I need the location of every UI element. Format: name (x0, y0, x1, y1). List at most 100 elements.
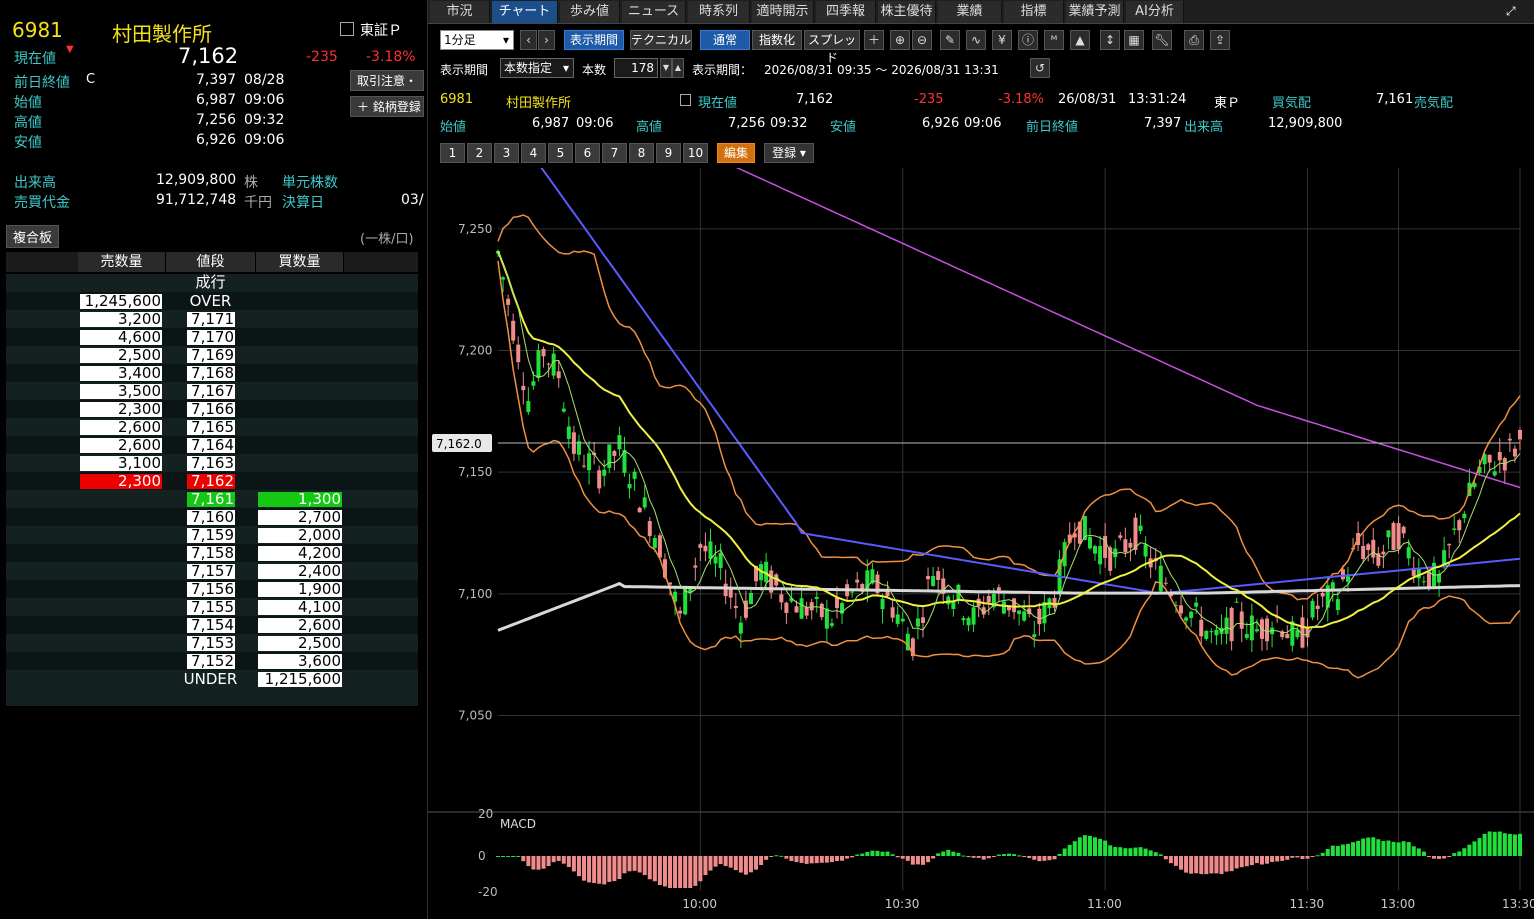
sell-qty[interactable]: 2,500 (80, 348, 162, 363)
price-level[interactable]: UNDER (176, 672, 246, 687)
pen-icon[interactable]: ✎ (940, 30, 960, 50)
preset-tab-8[interactable]: 8 (629, 143, 654, 163)
order-book-row[interactable]: 7,161 1,300 (6, 490, 418, 508)
spread-button[interactable]: スプレッド (804, 30, 860, 65)
price-level[interactable]: 7,168 (187, 366, 235, 381)
sell-qty[interactable]: 3,200 (80, 312, 162, 327)
export-icon[interactable]: ⇪ (1210, 30, 1230, 50)
price-level[interactable]: 7,165 (187, 420, 235, 435)
crosshair-icon[interactable]: ＋ (864, 30, 884, 50)
buy-qty[interactable]: 4,100 (258, 600, 342, 615)
sell-qty[interactable]: 2,300 (80, 474, 162, 489)
period-button[interactable]: 表示期間 (564, 30, 624, 50)
price-chart[interactable]: 7,050 7,100 7,150 7,200 7,250 10:00 10:30 11:00… (428, 168, 1534, 919)
tab-9[interactable]: 指標 (1004, 1, 1064, 23)
price-level[interactable]: 7,152 (187, 654, 235, 669)
preset-tab-6[interactable]: 6 (575, 143, 600, 163)
sell-qty[interactable]: 3,500 (80, 384, 162, 399)
buy-qty[interactable] (258, 420, 342, 435)
count-input[interactable]: 178 (614, 58, 658, 78)
buy-qty[interactable] (258, 456, 342, 471)
buy-qty[interactable] (258, 402, 342, 417)
order-book-row[interactable]: 4,600 7,170 (6, 328, 418, 346)
sell-qty[interactable]: 3,400 (80, 366, 162, 381)
sell-qty[interactable] (80, 564, 162, 579)
buy-qty[interactable]: 2,500 (258, 636, 342, 651)
price-level[interactable]: 7,166 (187, 402, 235, 417)
price-level[interactable]: 7,155 (187, 600, 235, 615)
info-icon[interactable]: ⓘ (1018, 30, 1038, 50)
order-book-row[interactable]: UNDER 1,215,600 (6, 670, 418, 688)
price-level[interactable]: 7,171 (187, 312, 235, 327)
buy-qty[interactable]: 1,900 (258, 582, 342, 597)
price-level[interactable]: 7,170 (187, 330, 235, 345)
buy-qty[interactable] (258, 474, 342, 489)
buy-qty[interactable]: 2,000 (258, 528, 342, 543)
tab-7[interactable]: 株主優待 (878, 1, 936, 23)
buy-qty[interactable] (258, 330, 342, 345)
zoom-out-icon[interactable]: ⊖ (912, 30, 932, 50)
sell-qty[interactable]: 2,600 (80, 420, 162, 435)
buy-qty[interactable]: 1,300 (258, 492, 342, 507)
wave-icon[interactable]: ∿ (966, 30, 986, 50)
buy-qty[interactable]: 1,215,600 (258, 672, 342, 687)
document-icon[interactable] (340, 22, 354, 36)
tab-10[interactable]: 業績予測 (1066, 1, 1124, 23)
buy-qty[interactable] (258, 366, 342, 381)
buy-qty[interactable]: 3,600 (258, 654, 342, 669)
price-level[interactable]: 7,167 (187, 384, 235, 399)
sell-qty[interactable] (80, 546, 162, 561)
buy-qty[interactable] (258, 312, 342, 327)
register-dropdown[interactable]: 登録 ▾ (764, 143, 814, 163)
buy-qty[interactable] (258, 384, 342, 399)
order-book-row[interactable]: 3,100 7,163 (6, 454, 418, 472)
sell-qty[interactable]: 4,600 (80, 330, 162, 345)
order-book-row[interactable]: 2,600 7,165 (6, 418, 418, 436)
preset-tab-2[interactable]: 2 (467, 143, 492, 163)
price-level[interactable]: OVER (176, 294, 246, 309)
count-down-icon[interactable]: ▼ (660, 58, 672, 78)
order-book-row[interactable]: 2,600 7,164 (6, 436, 418, 454)
tab-2[interactable]: 歩み値 (560, 1, 620, 23)
prev-arrow-icon[interactable]: ‹ (520, 30, 537, 50)
order-book-row[interactable]: 7,155 4,100 (6, 598, 418, 616)
preset-tab-10[interactable]: 10 (683, 143, 708, 163)
price-level[interactable]: 7,158 (187, 546, 235, 561)
order-book-row[interactable]: 7,157 2,400 (6, 562, 418, 580)
zoom-in-icon[interactable]: ⊕ (890, 30, 910, 50)
next-arrow-icon[interactable]: › (538, 30, 555, 50)
price-level[interactable]: 7,156 (187, 582, 235, 597)
preset-tab-5[interactable]: 5 (548, 143, 573, 163)
reset-icon[interactable]: ↺ (1030, 58, 1050, 78)
order-book-row[interactable]: 3,400 7,168 (6, 364, 418, 382)
price-level[interactable]: 7,160 (187, 510, 235, 525)
register-stock-button[interactable]: ＋ 銘柄登録 (350, 96, 424, 117)
preset-tab-4[interactable]: 4 (521, 143, 546, 163)
price-level[interactable]: 7,159 (187, 528, 235, 543)
ma-icon[interactable]: ᴹ (1044, 30, 1064, 50)
buy-qty[interactable]: 2,700 (258, 510, 342, 525)
sell-qty[interactable]: 2,300 (80, 402, 162, 417)
trade-notice-button[interactable]: 取引注意・ (350, 70, 424, 91)
edit-button[interactable]: 編集 (717, 143, 755, 163)
order-book-row[interactable]: 7,152 3,600 (6, 652, 418, 670)
price-level[interactable]: 7,153 (187, 636, 235, 651)
preset-tab-1[interactable]: 1 (440, 143, 465, 163)
preset-tab-7[interactable]: 7 (602, 143, 627, 163)
tab-3[interactable]: ニュース (622, 1, 686, 23)
interval-select[interactable]: 1分足 ▾ (440, 30, 514, 50)
buy-qty[interactable]: 2,600 (258, 618, 342, 633)
buy-qty[interactable] (258, 348, 342, 363)
sell-qty[interactable] (80, 528, 162, 543)
grid-icon[interactable]: ▦ (1124, 30, 1144, 50)
index-button[interactable]: 指数化 (752, 30, 802, 50)
preset-tab-3[interactable]: 3 (494, 143, 519, 163)
preset-tab-9[interactable]: 9 (656, 143, 681, 163)
sell-qty[interactable] (80, 600, 162, 615)
print-icon[interactable]: ⎙ (1184, 30, 1204, 50)
buy-qty[interactable] (258, 294, 342, 309)
price-level[interactable]: 7,154 (187, 618, 235, 633)
order-book-row[interactable]: 1,245,600 OVER (6, 292, 418, 310)
wrench-icon[interactable]: 🔧︎ (1152, 30, 1172, 50)
order-book-row[interactable]: 7,156 1,900 (6, 580, 418, 598)
